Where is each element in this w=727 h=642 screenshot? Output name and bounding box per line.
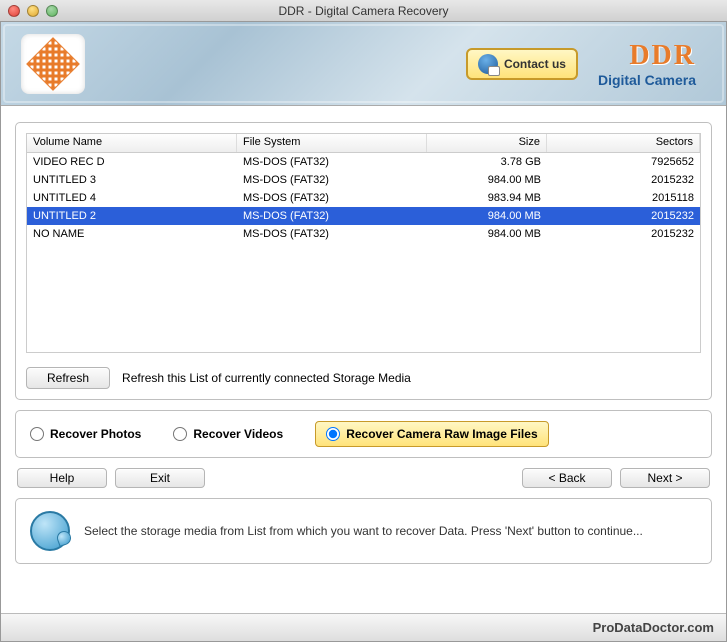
refresh-hint: Refresh this List of currently connected… bbox=[122, 371, 411, 385]
table-row[interactable]: NO NAMEMS-DOS (FAT32)984.00 MB2015232 bbox=[27, 225, 700, 243]
grid-header: Volume Name File System Size Sectors bbox=[27, 134, 700, 153]
footer-link[interactable]: ProDataDoctor.com bbox=[593, 620, 714, 635]
recovery-mode-panel: Recover Photos Recover Videos Recover Ca… bbox=[15, 410, 712, 458]
cell-sectors: 2015232 bbox=[547, 208, 700, 224]
radio-input-videos[interactable] bbox=[173, 427, 187, 441]
cell-sectors: 7925652 bbox=[547, 154, 700, 170]
cell-fs: MS-DOS (FAT32) bbox=[237, 208, 427, 224]
speech-bubble-icon bbox=[30, 511, 70, 551]
volume-table-panel: Volume Name File System Size Sectors VID… bbox=[15, 122, 712, 400]
logo-pattern-icon bbox=[26, 37, 80, 91]
cell-size: 984.00 MB bbox=[427, 226, 547, 242]
cell-fs: MS-DOS (FAT32) bbox=[237, 226, 427, 242]
nav-spacer bbox=[213, 468, 514, 488]
minimize-icon[interactable] bbox=[27, 5, 39, 17]
radio-recover-videos[interactable]: Recover Videos bbox=[173, 427, 283, 441]
cell-name: UNTITLED 3 bbox=[27, 172, 237, 188]
cell-name: VIDEO REC D bbox=[27, 154, 237, 170]
radio-label-raw: Recover Camera Raw Image Files bbox=[346, 427, 537, 441]
content-area: Volume Name File System Size Sectors VID… bbox=[1, 106, 726, 613]
cell-name: UNTITLED 4 bbox=[27, 190, 237, 206]
exit-button[interactable]: Exit bbox=[115, 468, 205, 488]
cell-sectors: 2015232 bbox=[547, 172, 700, 188]
cell-name: UNTITLED 2 bbox=[27, 208, 237, 224]
grid-body[interactable]: VIDEO REC DMS-DOS (FAT32)3.78 GB7925652U… bbox=[27, 153, 700, 353]
volume-grid: Volume Name File System Size Sectors VID… bbox=[26, 133, 701, 353]
brand-title: DDR bbox=[598, 40, 696, 72]
cell-size: 984.00 MB bbox=[427, 172, 547, 188]
col-header-fs[interactable]: File System bbox=[237, 134, 427, 152]
radio-recover-photos[interactable]: Recover Photos bbox=[30, 427, 141, 441]
table-row[interactable]: VIDEO REC DMS-DOS (FAT32)3.78 GB7925652 bbox=[27, 153, 700, 171]
cell-name: NO NAME bbox=[27, 226, 237, 242]
titlebar: DDR - Digital Camera Recovery bbox=[0, 0, 727, 22]
header-banner: Contact us DDR Digital Camera bbox=[1, 22, 726, 106]
cell-size: 983.94 MB bbox=[427, 190, 547, 206]
back-button[interactable]: < Back bbox=[522, 468, 612, 488]
contact-us-button[interactable]: Contact us bbox=[466, 48, 578, 80]
footer-bar: ProDataDoctor.com bbox=[1, 613, 726, 641]
contact-label: Contact us bbox=[504, 57, 566, 71]
contact-person-icon bbox=[478, 54, 498, 74]
close-icon[interactable] bbox=[8, 5, 20, 17]
table-row[interactable]: UNTITLED 4MS-DOS (FAT32)983.94 MB2015118 bbox=[27, 189, 700, 207]
radio-input-photos[interactable] bbox=[30, 427, 44, 441]
cell-fs: MS-DOS (FAT32) bbox=[237, 154, 427, 170]
brand-subtitle: Digital Camera bbox=[598, 72, 696, 88]
cell-size: 3.78 GB bbox=[427, 154, 547, 170]
zoom-icon[interactable] bbox=[46, 5, 58, 17]
next-button[interactable]: Next > bbox=[620, 468, 710, 488]
cell-size: 984.00 MB bbox=[427, 208, 547, 224]
table-row[interactable]: UNTITLED 2MS-DOS (FAT32)984.00 MB2015232 bbox=[27, 207, 700, 225]
cell-sectors: 2015118 bbox=[547, 190, 700, 206]
info-text: Select the storage media from List from … bbox=[84, 523, 643, 540]
traffic-lights bbox=[0, 5, 58, 17]
nav-row: Help Exit < Back Next > bbox=[15, 468, 712, 488]
help-button[interactable]: Help bbox=[17, 468, 107, 488]
cell-fs: MS-DOS (FAT32) bbox=[237, 172, 427, 188]
radio-label-videos: Recover Videos bbox=[193, 427, 283, 441]
cell-sectors: 2015232 bbox=[547, 226, 700, 242]
radio-label-photos: Recover Photos bbox=[50, 427, 141, 441]
col-header-sectors[interactable]: Sectors bbox=[547, 134, 700, 152]
cell-fs: MS-DOS (FAT32) bbox=[237, 190, 427, 206]
info-panel: Select the storage media from List from … bbox=[15, 498, 712, 564]
col-header-name[interactable]: Volume Name bbox=[27, 134, 237, 152]
refresh-row: Refresh Refresh this List of currently c… bbox=[26, 367, 701, 389]
col-header-size[interactable]: Size bbox=[427, 134, 547, 152]
table-row[interactable]: UNTITLED 3MS-DOS (FAT32)984.00 MB2015232 bbox=[27, 171, 700, 189]
window-title: DDR - Digital Camera Recovery bbox=[0, 4, 727, 18]
refresh-button[interactable]: Refresh bbox=[26, 367, 110, 389]
brand-block: DDR Digital Camera bbox=[598, 40, 696, 88]
app-logo bbox=[21, 34, 85, 94]
radio-input-raw[interactable] bbox=[326, 427, 340, 441]
window-frame: Contact us DDR Digital Camera Volume Nam… bbox=[0, 22, 727, 642]
radio-recover-raw[interactable]: Recover Camera Raw Image Files bbox=[315, 421, 548, 447]
